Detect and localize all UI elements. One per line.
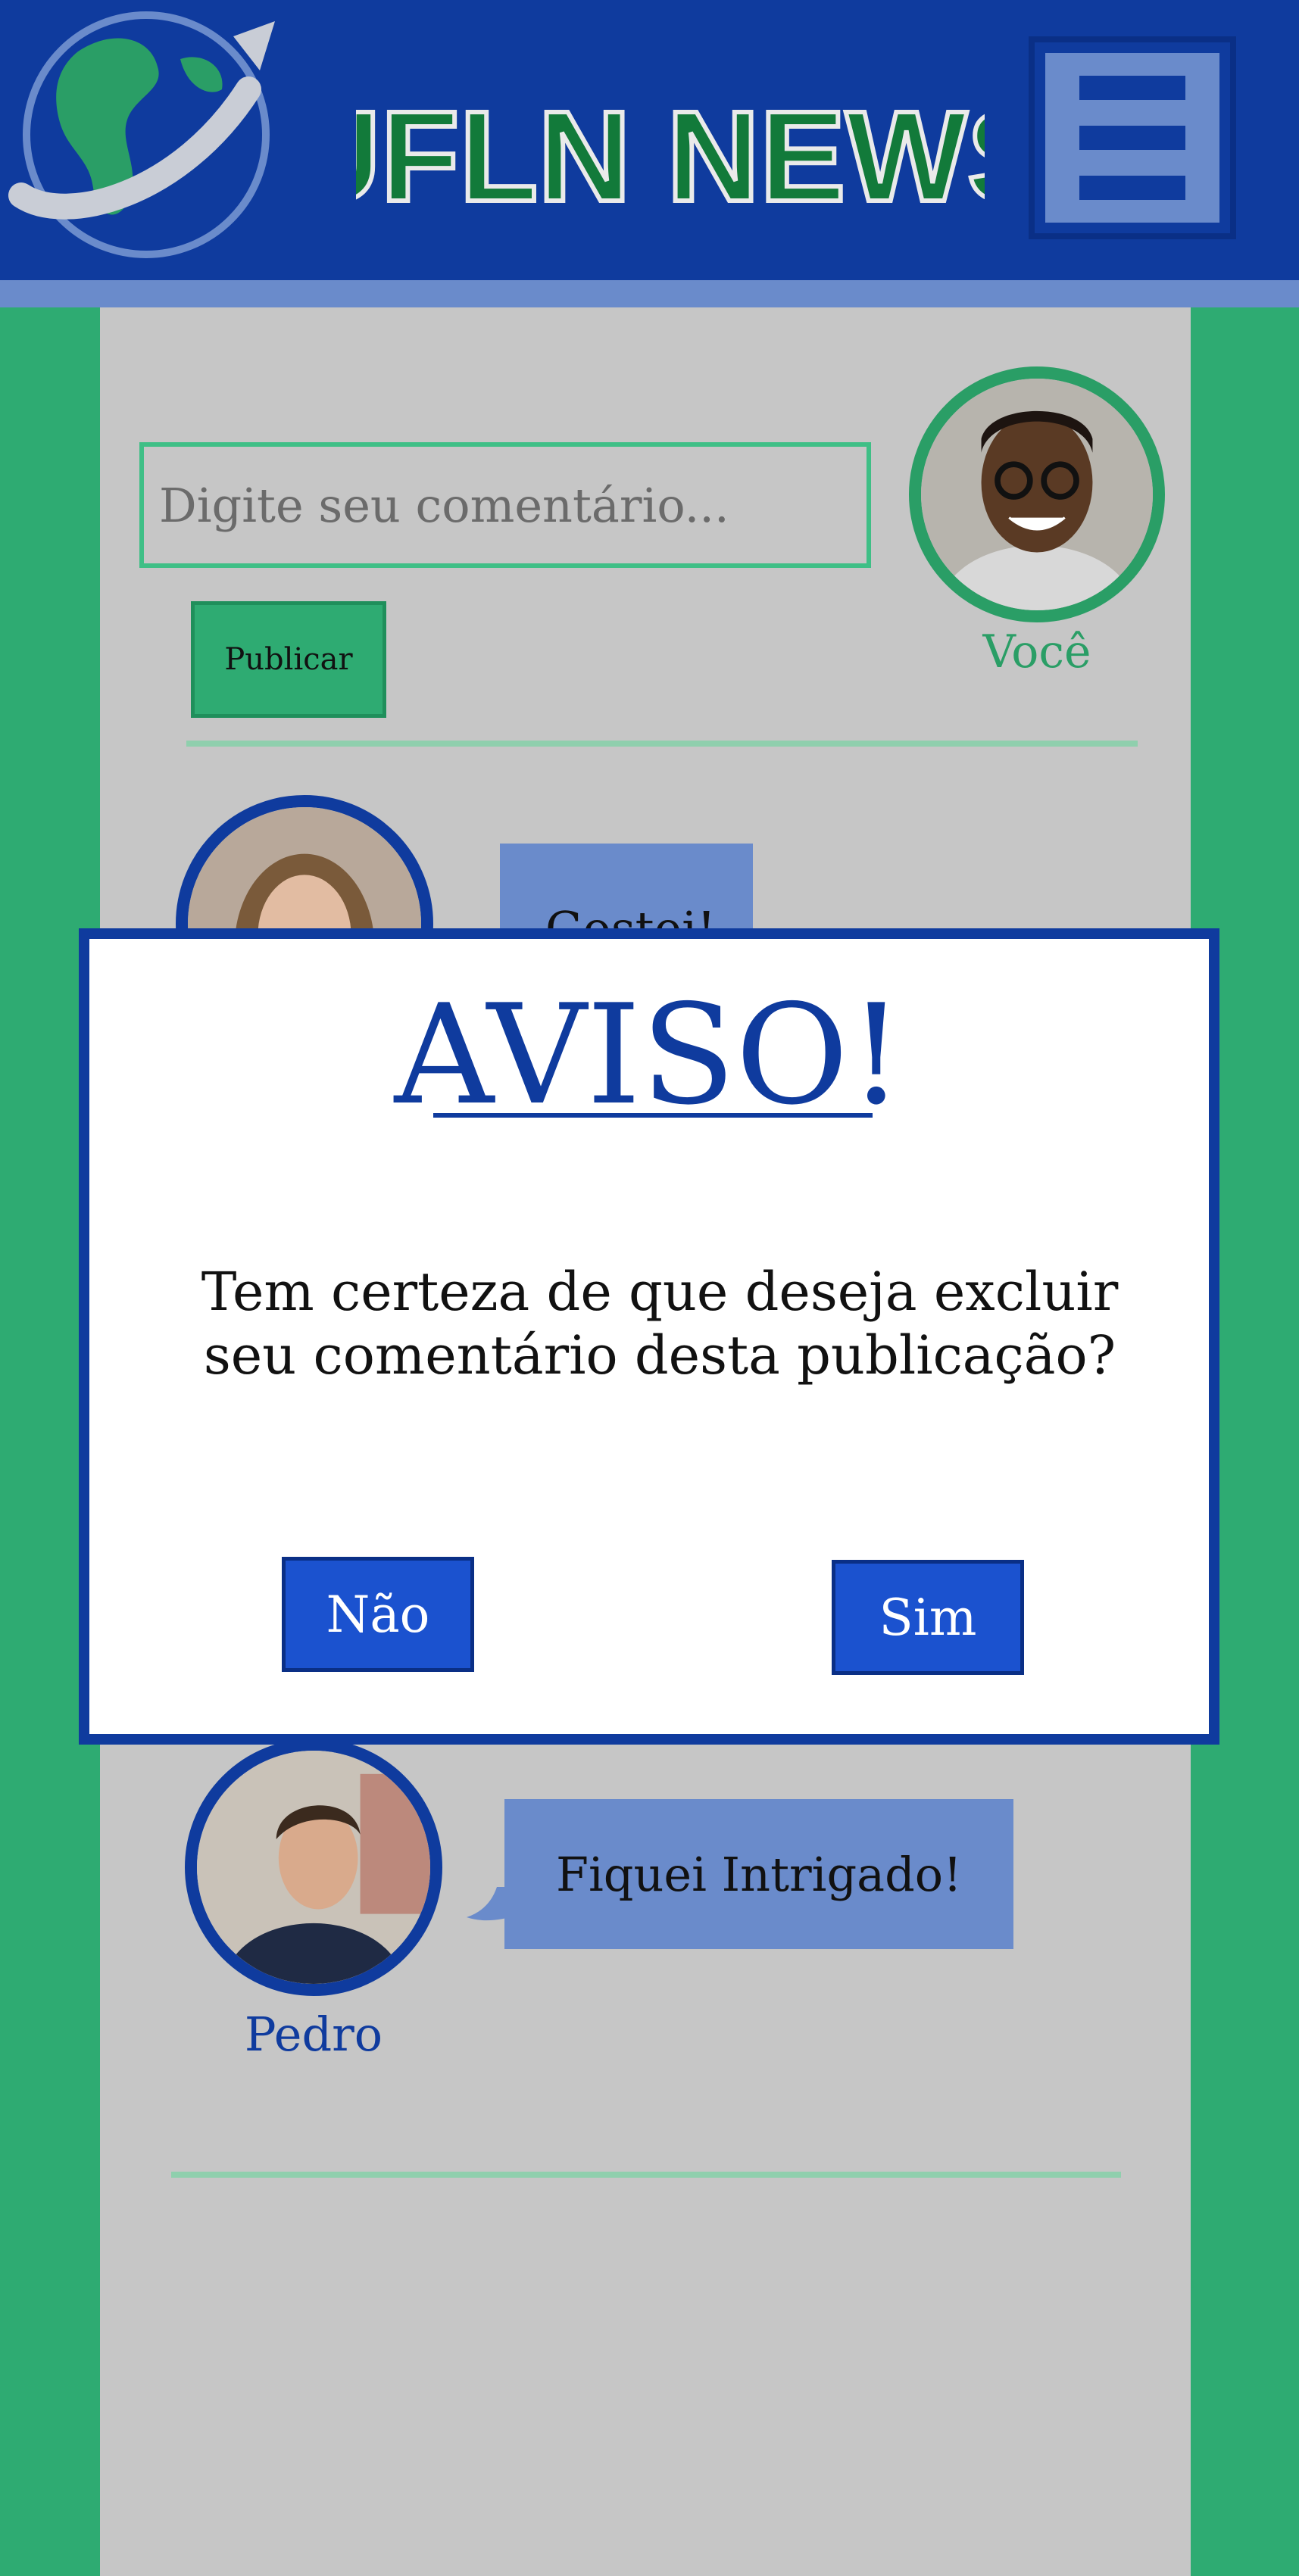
pedro-photo: [197, 1751, 430, 1984]
confirm-dialog: AVISO! Tem certeza de que deseja excluir…: [79, 928, 1219, 1745]
divider: [171, 2172, 1121, 2178]
divider: [186, 741, 1138, 747]
menu-bar: [1079, 126, 1185, 150]
menu-button[interactable]: [1029, 36, 1236, 239]
comment-avatar-pedro[interactable]: [185, 1739, 442, 1996]
publish-button[interactable]: Publicar: [191, 601, 386, 718]
brand-text: UFLN NEWS: [356, 85, 985, 229]
dialog-message-line: Tem certeza de que deseja excluir: [201, 1261, 1119, 1323]
comment-input[interactable]: [139, 442, 871, 568]
dialog-message-line: seu comentário desta publicação?: [203, 1324, 1116, 1386]
no-button[interactable]: Não: [282, 1557, 474, 1672]
app-header: UFLN NEWS: [0, 0, 1299, 280]
globe-logo-icon[interactable]: [6, 6, 286, 264]
brand-logo: UFLN NEWS: [356, 83, 985, 231]
yes-button[interactable]: Sim: [832, 1560, 1024, 1675]
title-underline: [433, 1113, 873, 1118]
user-avatar[interactable]: [909, 366, 1165, 622]
header-band: [0, 280, 1299, 307]
menu-bar: [1079, 76, 1185, 100]
comment-author: Pedro: [244, 2007, 383, 2062]
hamburger-menu-icon: [1045, 53, 1219, 223]
user-photo: [921, 379, 1153, 610]
user-label: Você: [982, 625, 1091, 678]
comment-bubble: Fiquei Intrigado!: [504, 1799, 1013, 1949]
dialog-title: AVISO!: [394, 975, 904, 1135]
menu-bar: [1079, 176, 1185, 200]
dialog-message: Tem certeza de que deseja excluir seu co…: [195, 1260, 1124, 1387]
